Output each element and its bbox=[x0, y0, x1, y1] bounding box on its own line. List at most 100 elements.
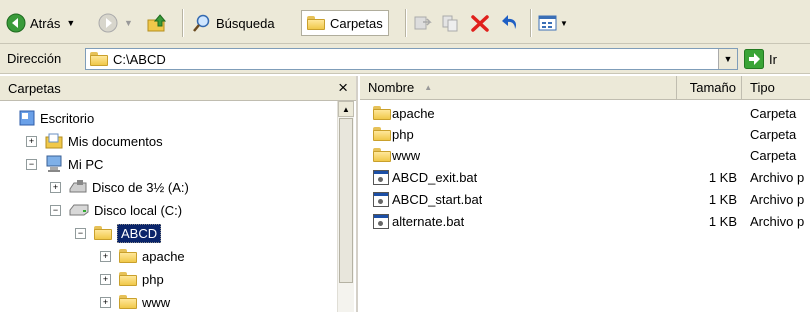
tree-item-www[interactable]: + www bbox=[100, 292, 170, 312]
toolbar-separator bbox=[405, 9, 407, 37]
chevron-down-icon[interactable]: ▼ bbox=[124, 18, 133, 28]
undo-icon bbox=[502, 15, 517, 29]
file-list-pane: Nombre ▲ Tamaño Tipo apache Carpeta php … bbox=[360, 76, 810, 312]
undo-button[interactable] bbox=[500, 11, 520, 35]
floppy-drive-icon bbox=[69, 180, 87, 193]
expand-icon[interactable]: + bbox=[100, 273, 111, 285]
file-type: Archivo p bbox=[750, 191, 805, 207]
file-row[interactable]: ABCD_exit.bat 1 KB Archivo p bbox=[360, 167, 810, 187]
file-name: apache bbox=[392, 105, 435, 121]
collapse-icon[interactable]: − bbox=[75, 227, 86, 239]
tree-item-my-documents[interactable]: + Mis documentos bbox=[26, 131, 163, 151]
tree-item-label-selected: ABCD bbox=[117, 223, 162, 243]
tree-item-floppy[interactable]: + Disco de 3½ (A:) bbox=[50, 177, 189, 197]
delete-button[interactable] bbox=[471, 11, 489, 35]
file-row[interactable]: alternate.bat 1 KB Archivo p bbox=[360, 211, 810, 231]
address-field[interactable]: C:\ABCD ▼ bbox=[85, 48, 738, 70]
expand-icon[interactable]: + bbox=[100, 250, 111, 262]
tree-item-my-computer[interactable]: − Mi PC bbox=[26, 154, 103, 174]
collapse-icon[interactable]: − bbox=[26, 158, 37, 170]
search-label: Búsqueda bbox=[216, 15, 275, 31]
tree-item-desktop[interactable]: Escritorio bbox=[19, 108, 94, 128]
views-button[interactable]: ▼ bbox=[538, 11, 568, 35]
my-computer-icon bbox=[46, 155, 62, 172]
expand-icon[interactable]: + bbox=[50, 181, 61, 193]
tree-item-php[interactable]: + php bbox=[100, 269, 164, 289]
file-size: 1 KB bbox=[708, 213, 737, 229]
tree-item-local-disk[interactable]: − Disco local (C:) bbox=[50, 200, 182, 220]
column-header-name[interactable]: Nombre ▲ bbox=[360, 76, 677, 100]
folders-label: Carpetas bbox=[330, 15, 383, 31]
back-arrow-icon bbox=[6, 13, 26, 33]
close-icon[interactable]: × bbox=[338, 78, 348, 98]
folders-pane-title: Carpetas bbox=[8, 80, 61, 96]
expand-icon[interactable]: + bbox=[26, 135, 37, 147]
chevron-down-icon: ▼ bbox=[723, 54, 733, 64]
file-name: alternate.bat bbox=[392, 213, 465, 229]
expand-icon[interactable]: + bbox=[100, 296, 111, 308]
file-row[interactable]: www Carpeta bbox=[360, 145, 810, 165]
file-row[interactable]: ABCD_start.bat 1 KB Archivo p bbox=[360, 189, 810, 209]
forward-button[interactable]: ▼ bbox=[98, 11, 133, 35]
file-name: www bbox=[392, 147, 421, 163]
go-button[interactable]: Ir bbox=[744, 49, 777, 69]
folders-pane: Carpetas × Escritorio + Mis documentos −… bbox=[0, 76, 358, 312]
batch-file-icon bbox=[373, 169, 389, 185]
go-label: Ir bbox=[769, 51, 777, 67]
file-size bbox=[677, 124, 737, 144]
tree-item-apache[interactable]: + apache bbox=[100, 246, 185, 266]
column-type-label: Tipo bbox=[750, 80, 775, 95]
file-name: php bbox=[392, 126, 414, 142]
tree-item-label: Mi PC bbox=[68, 156, 104, 172]
back-label: Atrás bbox=[30, 15, 61, 31]
tree-item-abcd[interactable]: − ABCD bbox=[75, 223, 162, 243]
folders-button[interactable]: Carpetas bbox=[301, 10, 389, 36]
sort-up-icon: ▲ bbox=[424, 83, 433, 92]
back-button[interactable]: Atrás ▼ bbox=[6, 11, 75, 35]
column-header-size[interactable]: Tamaño bbox=[677, 76, 742, 100]
toolbar: Atrás ▼ ▼ Búsqueda Carpetas ▼ bbox=[0, 0, 810, 44]
folder-icon bbox=[373, 106, 391, 120]
address-dropdown-button[interactable]: ▼ bbox=[718, 49, 737, 69]
folders-pane-header: Carpetas × bbox=[0, 76, 356, 101]
folder-icon bbox=[373, 127, 391, 141]
my-documents-icon bbox=[45, 133, 63, 149]
file-row[interactable]: apache Carpeta bbox=[360, 103, 810, 123]
file-row[interactable]: php Carpeta bbox=[360, 124, 810, 144]
search-icon bbox=[193, 14, 210, 32]
file-type: Carpeta bbox=[750, 126, 797, 142]
folder-icon bbox=[307, 16, 325, 30]
hard-drive-icon bbox=[69, 204, 89, 216]
file-name: ABCD_exit.bat bbox=[392, 169, 478, 185]
views-icon bbox=[538, 15, 557, 31]
up-button[interactable] bbox=[146, 11, 168, 35]
forward-arrow-icon bbox=[98, 13, 118, 33]
tree-item-label: apache bbox=[142, 248, 185, 264]
file-name: ABCD_start.bat bbox=[392, 191, 483, 207]
scrollbar-thumb[interactable] bbox=[339, 118, 353, 283]
vertical-scrollbar[interactable]: ▲ bbox=[337, 101, 354, 312]
chevron-down-icon[interactable]: ▼ bbox=[66, 18, 75, 28]
search-button[interactable]: Búsqueda bbox=[192, 11, 275, 35]
address-value: C:\ABCD bbox=[113, 51, 166, 67]
scroll-up-arrow-icon[interactable]: ▲ bbox=[338, 101, 354, 117]
move-to-icon bbox=[414, 16, 432, 30]
copy-to-button[interactable] bbox=[442, 11, 460, 35]
file-size bbox=[677, 103, 737, 123]
tree-item-label: php bbox=[142, 271, 164, 287]
column-header-type[interactable]: Tipo bbox=[742, 76, 810, 100]
file-type: Archivo p bbox=[750, 213, 805, 229]
address-label: Dirección bbox=[7, 51, 62, 66]
file-type: Carpeta bbox=[750, 105, 797, 121]
column-size-label: Tamaño bbox=[689, 80, 736, 95]
go-arrow-icon bbox=[744, 49, 764, 69]
collapse-icon[interactable]: − bbox=[50, 204, 61, 216]
address-bar: Dirección C:\ABCD ▼ Ir bbox=[0, 44, 810, 74]
folder-icon bbox=[90, 52, 108, 66]
tree-item-label: Disco local (C:) bbox=[94, 202, 183, 218]
tree-item-label: Mis documentos bbox=[68, 133, 163, 149]
chevron-down-icon[interactable]: ▼ bbox=[560, 19, 568, 28]
file-size: 1 KB bbox=[708, 169, 737, 185]
folder-icon bbox=[119, 249, 137, 263]
move-to-button[interactable] bbox=[414, 11, 432, 35]
